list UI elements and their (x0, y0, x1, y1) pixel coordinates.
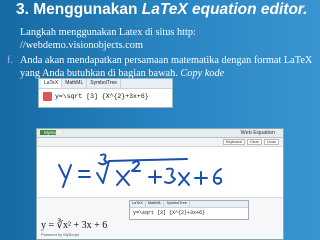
result-latex-panel: LaTeX MathML SymbolTree y=\sqrt [3] {X^{… (129, 200, 249, 220)
output-tabs: LaTeX MathML SymbolTree (39, 79, 172, 89)
rendered-equation: y = ∛x² + 3x + 6 (41, 220, 108, 231)
tab-latex[interactable]: LaTeX (41, 79, 63, 88)
latex-output-panel: LaTeX MathML SymbolTree y=\sqrt [3] {X^{… (38, 78, 173, 108)
result-area: LaTeX MathML SymbolTree y=\sqrt [3] {X^{… (37, 198, 283, 239)
result-tabs: LaTeX MathML SymbolTree (130, 201, 248, 208)
keyboard-button[interactable]: Keyboard (222, 139, 245, 145)
result-tab-mathml[interactable]: MathML (146, 201, 165, 207)
slide-title-emphasis: LaTeX equation editor. (141, 1, 308, 18)
logo-text: MyScript (44, 130, 62, 135)
handwriting-canvas[interactable] (37, 147, 283, 198)
clear-button[interactable]: Clear (246, 139, 262, 145)
latex-icon (43, 92, 52, 101)
result-tab-symboltree[interactable]: SymbolTree (164, 201, 190, 207)
latex-code[interactable]: y=\sqrt [3] {X^{2}+3x+6} (55, 93, 149, 100)
web-equation-screenshot: MyScript Web Equation Keyboard Clear Und… (36, 128, 284, 240)
slide-title-prefix: 3. Menggunakan (16, 1, 142, 18)
tab-mathml[interactable]: MathML (62, 79, 88, 88)
bullet-marker: f. (7, 55, 13, 66)
powered-by-text: Powered by MyScript (41, 232, 79, 237)
app-heading: Web Equation (240, 130, 275, 136)
intro-paragraph: Langkah menggunakan Latex di situs http:… (20, 27, 196, 51)
handwritten-equation (58, 153, 223, 188)
tab-symboltree[interactable]: SymbolTree (87, 79, 122, 88)
app-topbar: MyScript Web Equation (37, 129, 283, 138)
myscript-logo: MyScript (40, 130, 62, 135)
slide-title: 3. Menggunakan LaTeX equation editor. (16, 1, 307, 19)
instruction-italic: Copy kode (180, 67, 225, 79)
result-tab-latex[interactable]: LaTeX (130, 201, 146, 207)
instruction-paragraph: Anda akan mendapatkan persamaan matemati… (20, 55, 316, 80)
app-toolbar: Keyboard Clear Undo (37, 138, 283, 147)
instruction-text: Anda akan mendapatkan persamaan matemati… (20, 55, 313, 79)
undo-button[interactable]: Undo (263, 139, 279, 145)
result-latex-code[interactable]: y=\sqrt [3] {X^{2}+3x+6} (130, 208, 248, 218)
